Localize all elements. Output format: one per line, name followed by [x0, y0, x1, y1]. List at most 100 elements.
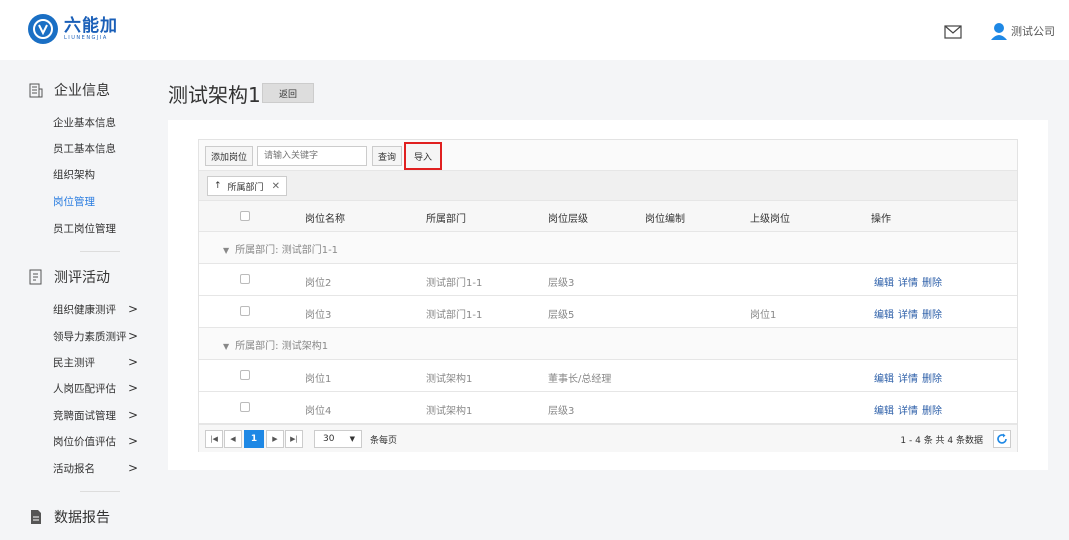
group-by-bar: ↑ 所属部门 ✕ — [199, 171, 1017, 201]
chevron-right-icon: > — [127, 434, 138, 448]
edit-link[interactable]: 编辑 — [874, 406, 894, 417]
close-icon[interactable]: ✕ — [272, 181, 280, 192]
add-position-button[interactable]: 添加岗位 — [205, 146, 253, 166]
edit-link[interactable]: 编辑 — [874, 278, 894, 289]
row-actions: 编辑 详情 删除 — [874, 274, 946, 289]
row-actions: 编辑 详情 删除 — [874, 370, 946, 385]
logo-icon — [28, 14, 58, 44]
delete-link[interactable]: 删除 — [922, 406, 942, 417]
column-header[interactable]: 所属部门 — [426, 210, 466, 225]
delete-link[interactable]: 删除 — [922, 278, 942, 289]
query-button[interactable]: 查询 — [372, 146, 402, 166]
chevron-right-icon: > — [127, 355, 138, 369]
page-title: 测试架构1 — [168, 83, 261, 107]
column-header[interactable]: 岗位编制 — [645, 210, 685, 225]
current-page-button[interactable]: 1 — [244, 430, 264, 448]
row-checkbox[interactable] — [240, 306, 250, 316]
logo-subtext: LIUNENGJIA — [64, 34, 108, 41]
last-page-icon[interactable]: ▶| — [285, 430, 303, 448]
top-header: 六能加 LIUNENGJIA 测试公司 — [0, 0, 1069, 60]
back-button[interactable]: 返回 — [262, 83, 314, 103]
sidebar-item-org-structure[interactable]: 组织架构 — [53, 167, 138, 182]
prev-page-icon[interactable]: ◀ — [224, 430, 242, 448]
search-input[interactable] — [257, 146, 367, 166]
group-label-text: 所属部门: 测试部门1-1 — [235, 245, 339, 256]
sidebar-item-label: 企业基本信息 — [53, 117, 116, 129]
detail-link[interactable]: 详情 — [898, 374, 918, 385]
sidebar-item-label: 岗位管理 — [53, 196, 95, 208]
table-row[interactable]: 岗位1 测试架构1 董事长/总经理 编辑 详情 删除 — [199, 360, 1017, 392]
detail-link[interactable]: 详情 — [898, 310, 918, 321]
table-row[interactable]: 岗位3 测试部门1-1 层级5 岗位1 编辑 详情 删除 — [199, 296, 1017, 328]
refresh-icon[interactable] — [993, 430, 1011, 448]
chevron-right-icon: > — [127, 381, 138, 395]
sidebar-section-title: 数据报告 — [54, 510, 110, 526]
sidebar-section-title: 测评活动 — [54, 270, 110, 286]
cell-dept: 测试部门1-1 — [426, 278, 483, 289]
sidebar-section-company[interactable]: 企业信息 — [28, 80, 110, 100]
row-checkbox[interactable] — [240, 274, 250, 284]
column-header[interactable]: 上级岗位 — [750, 210, 790, 225]
group-row[interactable]: ▼ 所属部门: 测试部门1-1 — [199, 232, 1017, 264]
sidebar-item-democratic[interactable]: 民主测评 > — [53, 355, 138, 370]
sidebar-item-person-job-fit[interactable]: 人岗匹配评估 > — [53, 381, 138, 396]
next-page-icon[interactable]: ▶ — [266, 430, 284, 448]
sidebar-divider — [80, 251, 120, 252]
caret-down-icon: ▼ — [223, 246, 230, 255]
sidebar-item-employee-position[interactable]: 员工岗位管理 — [53, 221, 138, 236]
edit-link[interactable]: 编辑 — [874, 374, 894, 385]
column-header: 操作 — [871, 214, 891, 225]
cell-name: 岗位4 — [305, 406, 332, 417]
sidebar-item-label: 组织健康测评 — [53, 304, 116, 316]
delete-link[interactable]: 删除 — [922, 374, 942, 385]
sidebar-item-position-mgmt[interactable]: 岗位管理 — [53, 194, 138, 209]
sidebar-item-label: 组织架构 — [53, 169, 95, 181]
group-chip-label: 所属部门 — [227, 182, 264, 193]
edit-link[interactable]: 编辑 — [874, 310, 894, 321]
row-checkbox[interactable] — [240, 370, 250, 380]
column-header[interactable]: 岗位层级 — [548, 210, 588, 225]
user-name: 测试公司 — [1011, 25, 1055, 38]
logo-text: 六能加 — [64, 15, 118, 36]
sidebar-item-job-value[interactable]: 岗位价值评估 > — [53, 434, 138, 449]
mail-icon[interactable] — [944, 25, 962, 39]
brand-logo[interactable]: 六能加 LIUNENGJIA — [28, 14, 118, 44]
first-page-icon[interactable]: |◀ — [205, 430, 223, 448]
chevron-right-icon: > — [127, 461, 138, 475]
delete-link[interactable]: 删除 — [922, 310, 942, 321]
cell-name: 岗位3 — [305, 310, 332, 321]
sidebar-item-label: 领导力素质测评 — [53, 331, 127, 343]
sidebar-section-reports[interactable]: 数据报告 — [28, 507, 110, 527]
sidebar-item-registration[interactable]: 活动报名 > — [53, 461, 138, 476]
table-row[interactable]: 岗位4 测试架构1 层级3 编辑 详情 删除 — [199, 392, 1017, 424]
group-chip-department[interactable]: ↑ 所属部门 ✕ — [207, 176, 287, 196]
user-menu[interactable]: 测试公司 — [990, 22, 1055, 40]
row-actions: 编辑 详情 删除 — [874, 306, 946, 321]
cell-level: 董事长/总经理 — [548, 374, 612, 385]
select-all-checkbox[interactable] — [240, 211, 250, 221]
cell-dept: 测试部门1-1 — [426, 310, 483, 321]
sidebar-item-label: 活动报名 — [53, 463, 95, 475]
clipboard-icon — [28, 269, 44, 285]
chevron-right-icon: > — [127, 329, 138, 343]
column-header[interactable]: 岗位名称 — [305, 210, 345, 225]
sidebar-item-leadership[interactable]: 领导力素质测评 > — [53, 329, 138, 344]
group-row[interactable]: ▼ 所属部门: 测试架构1 — [199, 328, 1017, 360]
caret-down-icon: ▼ — [349, 435, 355, 443]
group-label: ▼ 所属部门: 测试架构1 — [223, 337, 328, 352]
sidebar-item-company-info[interactable]: 企业基本信息 — [53, 115, 138, 130]
detail-link[interactable]: 详情 — [898, 406, 918, 417]
pagination-bar: |◀ ◀ 1 ▶ ▶| 30 ▼ 条每页 1 - 4 条 共 4 条数据 — [199, 424, 1017, 452]
sidebar-item-interview[interactable]: 竞聘面试管理 > — [53, 408, 138, 423]
cell-dept: 测试架构1 — [426, 374, 473, 385]
sidebar-item-employee-info[interactable]: 员工基本信息 — [53, 141, 138, 156]
table-row[interactable]: 岗位2 测试部门1-1 层级3 编辑 详情 删除 — [199, 264, 1017, 296]
row-actions: 编辑 详情 删除 — [874, 402, 946, 417]
page-size-select[interactable]: 30 ▼ — [314, 430, 362, 448]
sidebar-section-title: 企业信息 — [54, 83, 110, 99]
row-checkbox[interactable] — [240, 402, 250, 412]
import-button[interactable]: 导入 — [404, 142, 442, 170]
sidebar-item-org-health[interactable]: 组织健康测评 > — [53, 302, 138, 317]
detail-link[interactable]: 详情 — [898, 278, 918, 289]
sidebar-section-evaluation[interactable]: 测评活动 — [28, 267, 110, 287]
